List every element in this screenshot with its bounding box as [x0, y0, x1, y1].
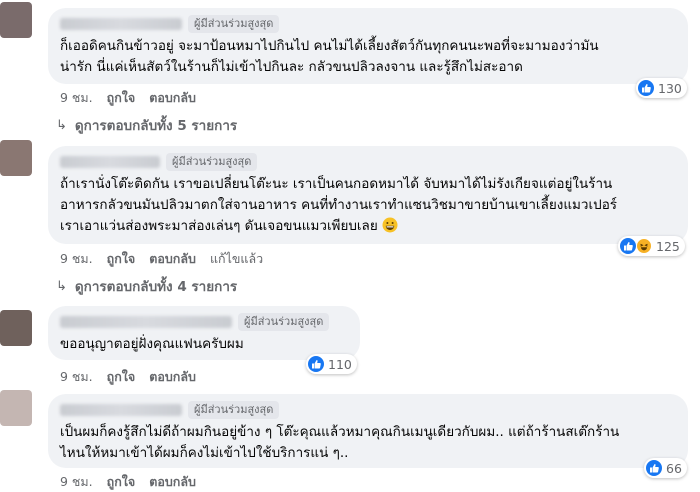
avatar[interactable] — [0, 2, 32, 38]
view-replies-link[interactable]: ↳ ดูการตอบกลับทั้ง 4 รายการ — [56, 275, 237, 297]
comment-actions: 9 ชม. ถูกใจ ตอบกลับ — [60, 472, 196, 492]
avatar[interactable] — [0, 390, 32, 426]
commenter-name[interactable] — [60, 404, 182, 416]
haha-icon — [636, 238, 652, 254]
reaction-summary[interactable]: 125 — [618, 236, 685, 256]
comment-actions: 9 ชม. ถูกใจ ตอบกลับ — [60, 367, 196, 387]
timestamp[interactable]: 9 ชม. — [60, 88, 93, 108]
comment-actions: 9 ชม. ถูกใจ ตอบกลับ — [60, 88, 196, 108]
like-icon — [638, 80, 654, 96]
comment-bubble: ผู้มีส่วนร่วมสูงสุด ถ้าเรานั่งโต๊ะติดกัน… — [48, 146, 688, 244]
reply-button[interactable]: ตอบกลับ — [149, 249, 196, 269]
like-icon — [620, 238, 636, 254]
commenter-name[interactable] — [60, 156, 160, 168]
top-fan-badge: ผู้มีส่วนร่วมสูงสุด — [166, 153, 258, 171]
avatar[interactable] — [0, 140, 32, 176]
comment-bubble: ผู้มีส่วนร่วมสูงสุด ขออนุญาตอยู่ฝั่งคุณแ… — [48, 306, 360, 360]
reaction-count: 130 — [658, 80, 682, 96]
like-button[interactable]: ถูกใจ — [107, 249, 136, 269]
timestamp[interactable]: 9 ชม. — [60, 249, 93, 269]
timestamp[interactable]: 9 ชม. — [60, 367, 93, 387]
comment-actions: 9 ชม. ถูกใจ ตอบกลับ แก้ไขแล้ว — [60, 249, 263, 269]
reply-arrow-icon: ↳ — [56, 117, 67, 133]
comment-bubble: ผู้มีส่วนร่วมสูงสุด ก็เออดิคนกินข้าวอยู่… — [48, 8, 688, 84]
top-fan-badge: ผู้มีส่วนร่วมสูงสุด — [188, 401, 280, 419]
like-icon — [308, 356, 324, 372]
reply-button[interactable]: ตอบกลับ — [149, 367, 196, 387]
view-replies-link[interactable]: ↳ ดูการตอบกลับทั้ง 5 รายการ — [56, 114, 237, 136]
avatar[interactable] — [0, 310, 32, 346]
reply-arrow-icon: ↳ — [56, 278, 67, 294]
reaction-count: 66 — [666, 460, 682, 476]
reaction-count: 110 — [328, 356, 352, 372]
commenter-name[interactable] — [60, 316, 232, 328]
comment-text: ถ้าเรานั่งโต๊ะติดกัน เราขอเปลี่ยนโต๊ะนะ … — [60, 176, 618, 234]
like-icon — [646, 460, 662, 476]
timestamp[interactable]: 9 ชม. — [60, 472, 93, 492]
comment-text: เป็นผมก็คงรู้สึกไม่ดีถ้าผมกินอยู่ข้าง ๆ … — [60, 424, 620, 461]
like-button[interactable]: ถูกใจ — [107, 472, 136, 492]
like-button[interactable]: ถูกใจ — [107, 88, 136, 108]
commenter-name[interactable] — [60, 18, 182, 30]
reaction-summary[interactable]: 66 — [644, 458, 687, 478]
comment-bubble: ผู้มีส่วนร่วมสูงสุด เป็นผมก็คงรู้สึกไม่ด… — [48, 394, 688, 468]
reaction-summary[interactable]: 110 — [306, 354, 357, 374]
reaction-count: 125 — [656, 238, 680, 254]
grinning-emoji — [382, 217, 398, 233]
top-fan-badge: ผู้มีส่วนร่วมสูงสุด — [188, 15, 280, 33]
view-replies-label: ดูการตอบกลับทั้ง 5 รายการ — [74, 118, 238, 134]
reaction-summary[interactable]: 130 — [636, 78, 687, 98]
like-button[interactable]: ถูกใจ — [107, 367, 136, 387]
comment-text: ก็เออดิคนกินข้าวอยู่ จะมาป้อนหมาไปกินไป … — [60, 38, 599, 75]
edited-label[interactable]: แก้ไขแล้ว — [210, 249, 263, 269]
reply-button[interactable]: ตอบกลับ — [149, 472, 196, 492]
top-fan-badge: ผู้มีส่วนร่วมสูงสุด — [238, 313, 330, 331]
reply-button[interactable]: ตอบกลับ — [149, 88, 196, 108]
view-replies-label: ดูการตอบกลับทั้ง 4 รายการ — [74, 279, 238, 295]
comment-text: ขออนุญาตอยู่ฝั่งคุณแฟนครับผม — [60, 336, 244, 352]
